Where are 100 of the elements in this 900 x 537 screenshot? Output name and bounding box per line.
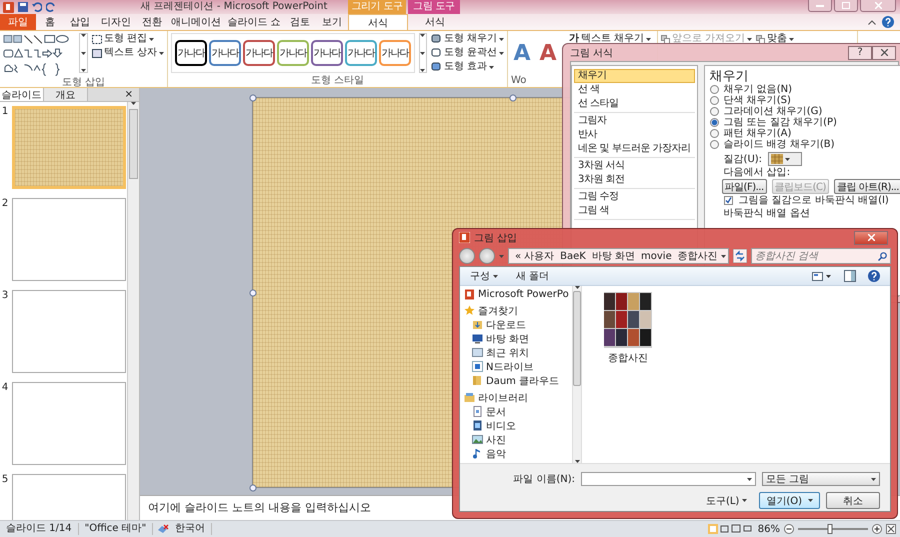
slide-thumbnail[interactable] [12,290,126,373]
ribbon-tab[interactable]: 홈 [36,14,64,30]
slider-thumb[interactable] [827,524,832,534]
nav-item[interactable]: 라이브러리 [464,391,572,404]
save-icon[interactable] [18,2,28,12]
category-item[interactable]: 3차원 회전 [574,173,695,187]
zoom-out-icon[interactable] [784,524,794,534]
nav-item[interactable]: Daum 클라우드 [464,374,572,387]
nav-item[interactable]: 다운로드 [464,318,572,331]
cancel-button[interactable]: 취소 [826,492,880,509]
path-overflow[interactable]: « [515,250,522,262]
style-preset[interactable]: 가나다 [209,40,241,66]
ribbon-tab[interactable]: 보기 [316,14,348,30]
nav-item[interactable]: Microsoft PowerPo [464,289,572,300]
toolbar-button[interactable]: 구성 [470,269,498,283]
ribbon-command[interactable]: 도형 윤곽선 [430,47,504,59]
category-item[interactable]: 선 색 [574,83,695,97]
file-item[interactable]: 종합사진 [598,292,658,365]
view-options-icon[interactable] [812,272,832,280]
radio-button[interactable] [710,85,719,94]
maximize-button[interactable] [834,0,858,12]
style-preset[interactable]: 가나다 [345,40,377,66]
gallery-scroller[interactable] [419,33,427,73]
close-button[interactable]: × [118,88,139,101]
pane-tab[interactable]: 개요 [44,88,88,101]
style-preset[interactable]: 가나다 [175,40,207,66]
category-item[interactable]: 그림자 [574,114,695,128]
path-segment[interactable]: 종합사진 [678,249,718,263]
help-icon[interactable] [882,16,894,28]
pane-tab[interactable]: 슬라이드 [0,88,44,101]
nav-item[interactable]: 문서 [464,405,572,418]
zoom-level[interactable]: 86% [758,524,780,534]
nav-item[interactable]: 비디오 [464,419,572,432]
ribbon-command[interactable]: 도형 편집 [92,33,164,45]
preview-pane-icon[interactable] [844,270,856,282]
path-segment[interactable]: movie [641,250,672,262]
slide-thumbnail[interactable] [12,106,126,189]
resize-handle[interactable] [250,94,256,102]
ribbon-tab[interactable]: 슬라이드 쇼 [224,14,284,30]
category-item[interactable]: 반사 [574,128,695,142]
close-button[interactable] [854,230,888,244]
category-item[interactable]: 선 스타일 [574,97,695,111]
fit-window-icon[interactable] [886,524,896,534]
forward-button[interactable] [479,248,495,264]
radio-button[interactable] [710,129,719,138]
ribbon-command[interactable]: 텍스트 상자 [92,47,164,59]
radio-button[interactable] [710,107,719,116]
radio-button[interactable] [710,96,719,105]
path-segment[interactable]: 바탕 화면 [592,249,636,263]
slide-thumbnail[interactable] [12,198,126,281]
scroll-thumb[interactable] [573,291,581,386]
style-preset[interactable]: 가나다 [379,40,411,66]
category-item[interactable]: 그림 색 [574,204,695,218]
style-preset[interactable]: 가나다 [311,40,343,66]
scrollbar[interactable] [572,286,582,463]
ribbon-tab[interactable]: 파일 [0,14,36,30]
back-button[interactable] [459,248,475,264]
ribbon-tab[interactable]: 디자인 [96,14,136,30]
refresh-icon[interactable] [733,249,747,263]
wordart-style[interactable]: A [511,41,533,67]
nav-item[interactable]: 최근 위치 [464,346,572,359]
nav-item[interactable]: 즐겨찾기 [464,304,572,317]
style-preset[interactable]: 가나다 [277,40,309,66]
gallery-scroller[interactable] [79,33,88,73]
ribbon-command[interactable]: 가 텍스트 채우기 [569,33,652,45]
redo-icon[interactable] [46,2,56,12]
app-logo-icon[interactable] [3,2,14,12]
close-button[interactable] [872,46,896,60]
radio-button[interactable] [710,118,719,127]
checkbox[interactable] [724,196,733,205]
chevron-up-icon[interactable] [868,20,876,24]
scrollbar[interactable] [127,102,139,520]
help-button[interactable]: ? [848,46,872,60]
search-field[interactable]: 종합사진 검색 [751,248,891,264]
toolbar-button[interactable]: 새 폴더 [516,269,550,283]
ribbon-tab[interactable]: 애니메이션 [168,14,224,30]
category-item[interactable]: 그림 수정 [574,190,695,204]
dialog-button[interactable]: 파일(F)... [722,179,767,194]
wordart-style[interactable]: A [537,41,559,67]
search-icon[interactable] [878,252,887,261]
style-preset[interactable]: 가나다 [243,40,275,66]
ribbon-tab[interactable]: 전환 [136,14,168,30]
resize-handle[interactable] [250,290,256,296]
ribbon-tab[interactable]: 검토 [284,14,316,30]
undo-icon[interactable] [32,2,42,12]
radio-button[interactable] [710,140,719,149]
ribbon-tab[interactable]: 서식 [408,14,462,30]
category-item[interactable]: 채우기 [574,69,695,83]
ribbon-tab[interactable]: 삽입 [64,14,96,30]
minimize-button[interactable] [808,0,832,12]
category-item[interactable]: 3차원 서식 [574,159,695,173]
slide-thumbnail[interactable] [12,382,126,465]
help-icon[interactable] [868,270,880,282]
view-buttons-icon[interactable] [708,524,754,534]
nav-item[interactable]: 바탕 화면 [464,332,572,345]
dialog-button[interactable]: 클립 아트(R)... [834,179,900,194]
ribbon-tab[interactable]: 서식 [348,14,408,30]
ribbon-command[interactable]: 도형 효과 [430,61,504,73]
spellcheck-icon[interactable] [157,524,170,534]
nav-item[interactable]: 사진 [464,433,572,446]
